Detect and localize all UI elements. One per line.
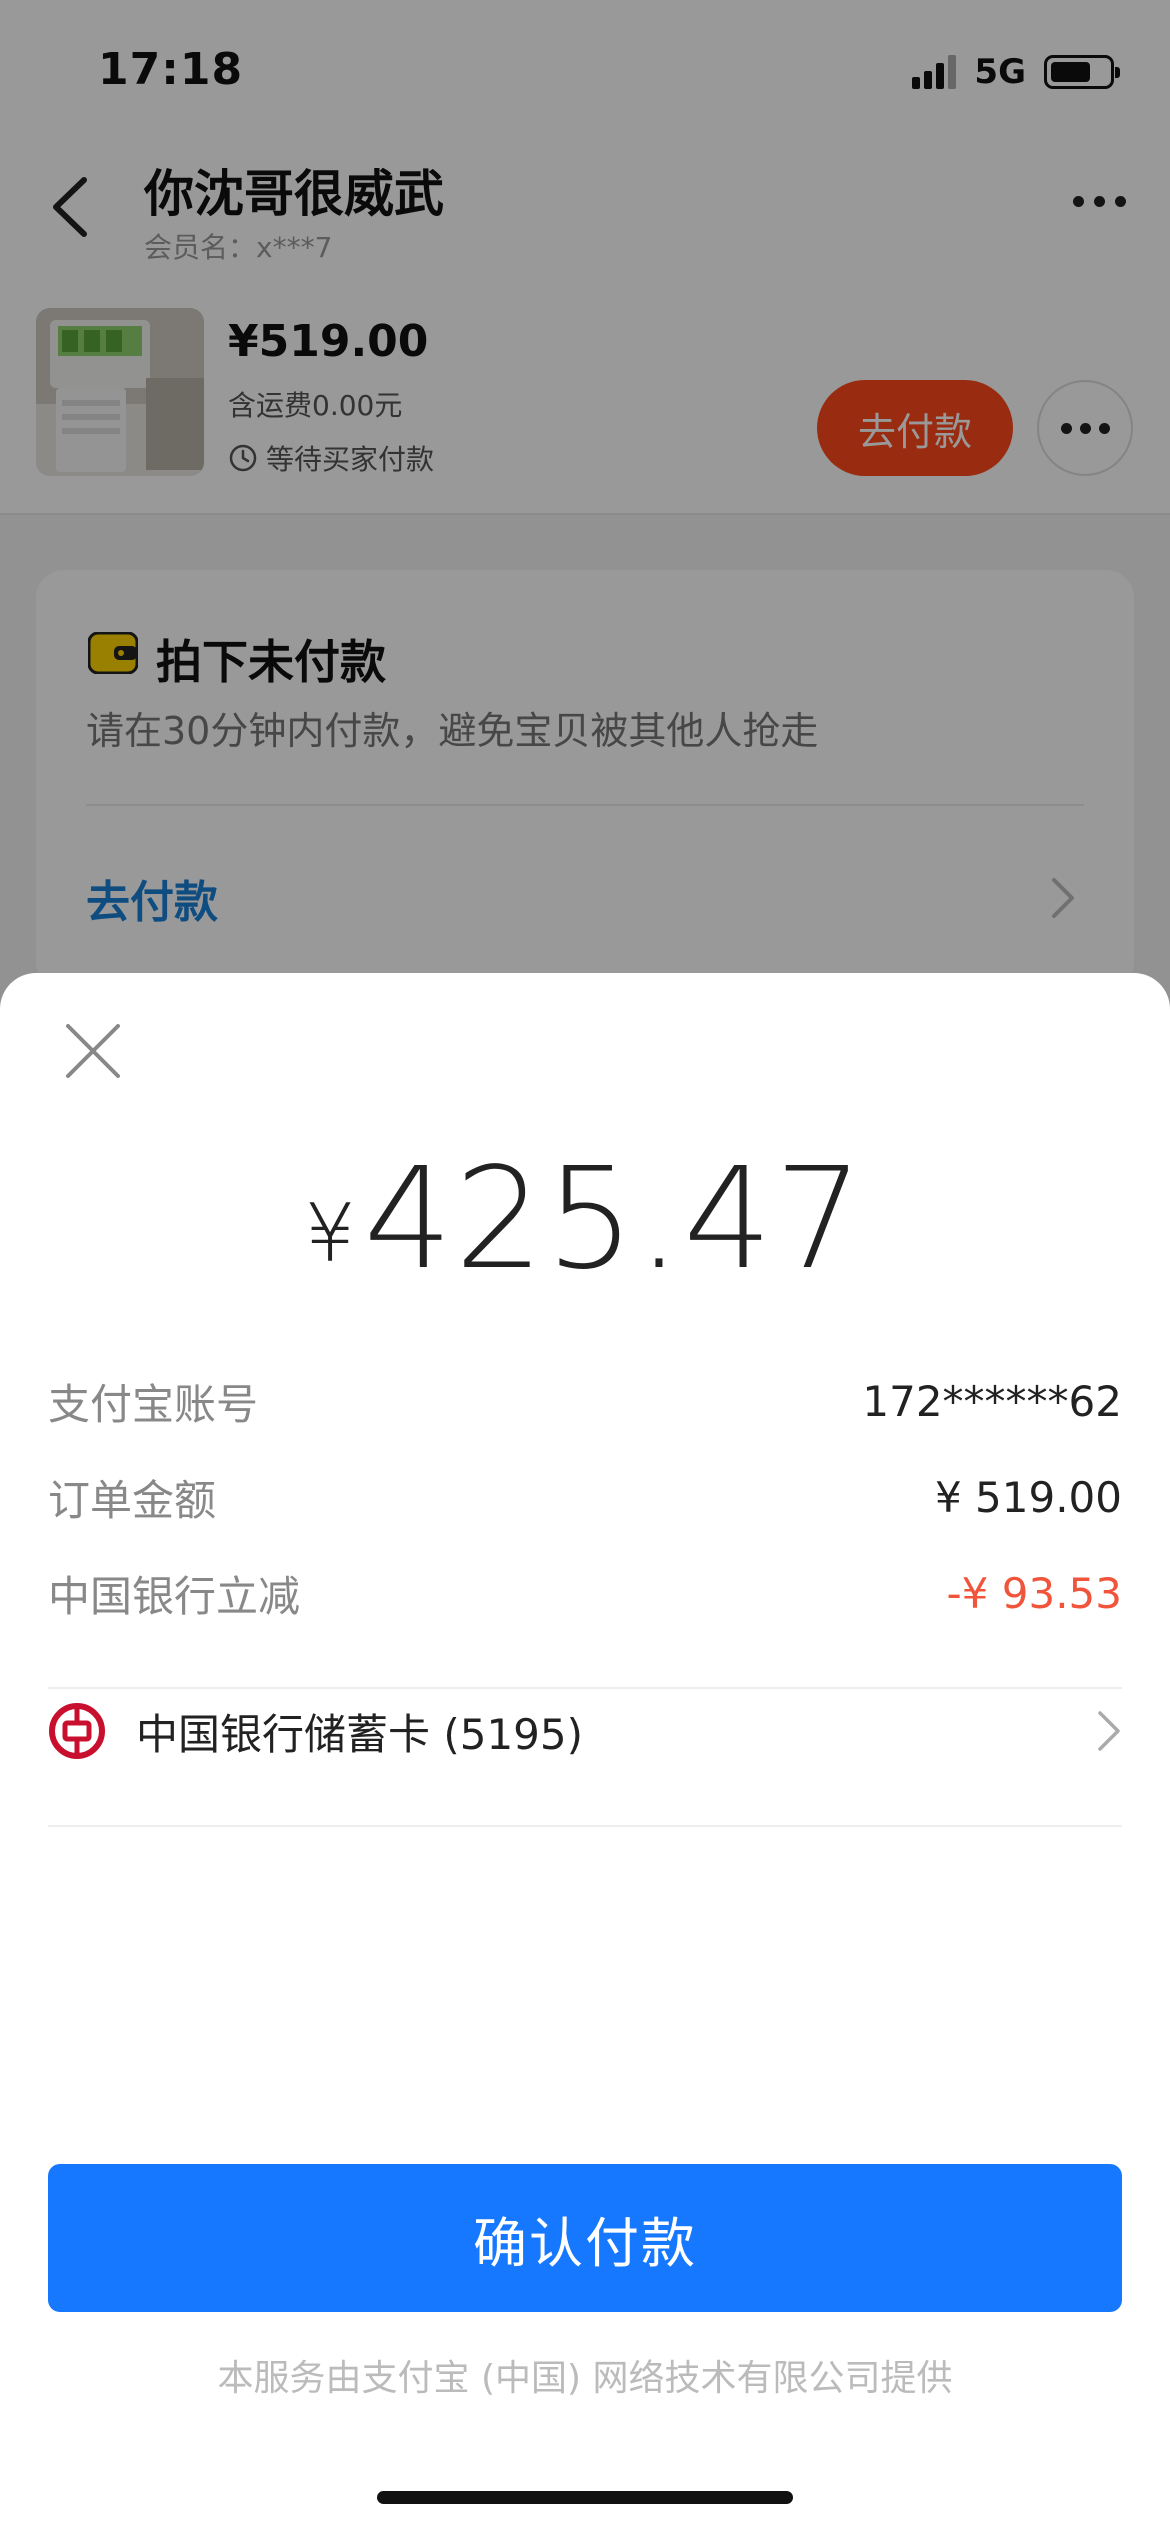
confirm-payment-button[interactable]: 确认付款 [48,2164,1122,2312]
amount-value: 425.47 [363,1138,866,1301]
discount-value: -¥ 93.53 [946,1568,1122,1618]
detail-label: 订单金额 [48,1475,217,1525]
detail-value: 172******62 [862,1376,1122,1426]
payment-sheet: ¥425.47 支付宝账号 172******62 订单金额 ¥ 519.00 … [0,973,1170,2532]
detail-row-discount: 中国银行立减 -¥ 93.53 [48,1558,1122,1628]
home-indicator [377,2491,793,2504]
detail-value: ¥ 519.00 [934,1472,1122,1522]
bank-of-china-icon [49,1703,105,1759]
detail-label: 中国银行立减 [48,1571,301,1621]
close-icon[interactable] [60,1018,126,1084]
currency-symbol: ¥ [304,1187,356,1280]
chevron-right-icon [1098,1711,1120,1751]
payment-method-row[interactable]: 中国银行储蓄卡 (5195) [48,1686,1122,1776]
provider-note: 本服务由支付宝 (中国) 网络技术有限公司提供 [217,2358,953,2399]
detail-label: 支付宝账号 [48,1379,259,1429]
detail-row-order-amount: 订单金额 ¥ 519.00 [48,1462,1122,1532]
detail-row-account: 支付宝账号 172******62 [48,1366,1122,1436]
payment-amount: ¥425.47 [0,1138,1170,1301]
payment-method-label: 中国银行储蓄卡 (5195) [136,1709,584,1759]
divider [48,1825,1122,1827]
